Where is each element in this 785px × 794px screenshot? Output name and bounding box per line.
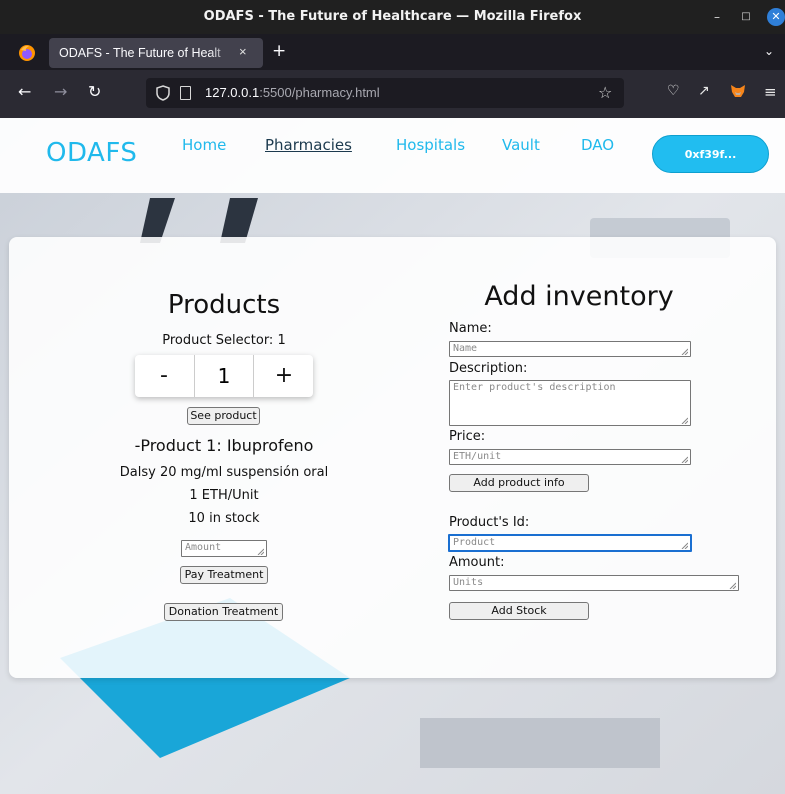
name-input[interactable]: Name	[449, 341, 691, 357]
resize-grip-icon[interactable]	[729, 582, 736, 589]
bookmark-star-icon[interactable]: ☆	[598, 83, 612, 102]
url-host: 127.0.0.1	[205, 85, 260, 100]
description-textarea[interactable]: Enter product's description	[449, 380, 691, 426]
product-description: Dalsy 20 mg/ml suspensión oral	[119, 465, 329, 480]
window-titlebar: ODAFS - The Future of Healthcare — Mozil…	[0, 0, 785, 34]
product-title: -Product 1: Ibuprofeno	[134, 436, 314, 455]
amount-input[interactable]: Amount	[181, 540, 267, 557]
metamask-fox-icon[interactable]	[730, 83, 746, 99]
reload-icon[interactable]: ↻	[88, 83, 101, 101]
pharmacy-card: Products Product Selector: 1 - 1 + See p…	[9, 237, 776, 678]
hamburger-menu-icon[interactable]: ≡	[764, 83, 777, 101]
units-placeholder: Units	[453, 577, 484, 588]
pocket-icon[interactable]: ♡	[667, 83, 680, 99]
product-id-input[interactable]: Product	[448, 534, 692, 552]
resize-grip-icon[interactable]	[681, 348, 688, 355]
price-label: Price:	[449, 429, 486, 444]
tracking-shield-icon[interactable]	[156, 85, 170, 101]
product-id-placeholder: Product	[453, 537, 496, 548]
tab-label: ODAFS - The Future of Healt	[59, 46, 239, 60]
list-tabs-icon[interactable]: ⌄	[764, 44, 774, 58]
price-placeholder: ETH/unit	[453, 451, 502, 462]
window-title: ODAFS - The Future of Healthcare — Mozil…	[203, 9, 582, 24]
site-header: ODAFS Home Pharmacies Hospitals Vault DA…	[0, 118, 785, 193]
address-bar[interactable]: 127.0.0.1:5500/pharmacy.html ☆	[146, 78, 624, 108]
tab-odafs[interactable]: ODAFS - The Future of Healt ×	[49, 38, 263, 68]
product-id-label: Product's Id:	[449, 515, 530, 530]
product-stock: 10 in stock	[188, 511, 260, 526]
tab-close-icon[interactable]: ×	[239, 44, 247, 59]
add-stock-button[interactable]: Add Stock	[449, 602, 589, 620]
description-placeholder: Enter product's description	[453, 382, 616, 393]
decrement-button[interactable]: -	[135, 355, 193, 397]
nav-vault[interactable]: Vault	[502, 136, 540, 154]
navigation-toolbar: ← → ↻ 127.0.0.1:5500/pharmacy.html ☆ ♡ ↗…	[0, 70, 785, 118]
amount-label: Amount:	[449, 555, 505, 570]
product-price: 1 ETH/Unit	[189, 488, 259, 503]
add-inventory-heading: Add inventory	[484, 281, 674, 312]
product-selector-label: Product Selector: 1	[162, 333, 286, 348]
url-text[interactable]: 127.0.0.1:5500/pharmacy.html	[205, 85, 380, 100]
page-info-icon[interactable]	[180, 86, 191, 100]
page-viewport: ODAFS Home Pharmacies Hospitals Vault DA…	[0, 118, 785, 794]
tab-bar: ODAFS - The Future of Healt × + ⌄	[0, 34, 785, 70]
amount-placeholder: Amount	[185, 542, 222, 553]
see-product-button[interactable]: See product	[187, 407, 260, 425]
site-logo[interactable]: ODAFS	[46, 138, 137, 168]
increment-button[interactable]: +	[255, 355, 313, 397]
stepper-value: 1	[194, 355, 254, 397]
resize-grip-icon[interactable]	[681, 456, 688, 463]
resize-grip-icon[interactable]	[681, 417, 688, 424]
description-label: Description:	[449, 361, 528, 376]
nav-home[interactable]: Home	[182, 136, 226, 154]
wallet-button[interactable]: 0xf39f...	[652, 135, 769, 173]
forward-arrow-icon[interactable]: →	[54, 83, 67, 101]
pay-treatment-button[interactable]: Pay Treatment	[180, 566, 268, 584]
maximize-icon[interactable]: □	[737, 8, 755, 26]
url-path: :5500/pharmacy.html	[259, 85, 380, 100]
units-input[interactable]: Units	[449, 575, 739, 591]
name-placeholder: Name	[453, 343, 478, 354]
add-product-info-button[interactable]: Add product info	[449, 474, 589, 492]
minimize-icon[interactable]: –	[708, 8, 726, 26]
name-label: Name:	[449, 321, 492, 336]
resize-grip-icon[interactable]	[681, 542, 688, 549]
close-window-icon[interactable]: ✕	[767, 8, 785, 26]
product-stepper: - 1 +	[135, 355, 313, 397]
new-tab-icon[interactable]: +	[272, 43, 286, 60]
products-heading: Products	[167, 290, 281, 320]
firefox-logo-icon[interactable]	[18, 44, 36, 62]
nav-hospitals[interactable]: Hospitals	[396, 136, 465, 154]
nav-dao[interactable]: DAO	[581, 136, 614, 154]
donation-treatment-button[interactable]: Donation Treatment	[164, 603, 283, 621]
share-icon[interactable]: ↗	[698, 83, 710, 99]
nav-pharmacies[interactable]: Pharmacies	[265, 136, 352, 154]
price-input[interactable]: ETH/unit	[449, 449, 691, 465]
resize-grip-icon[interactable]	[257, 548, 264, 555]
back-arrow-icon[interactable]: ←	[18, 83, 31, 101]
